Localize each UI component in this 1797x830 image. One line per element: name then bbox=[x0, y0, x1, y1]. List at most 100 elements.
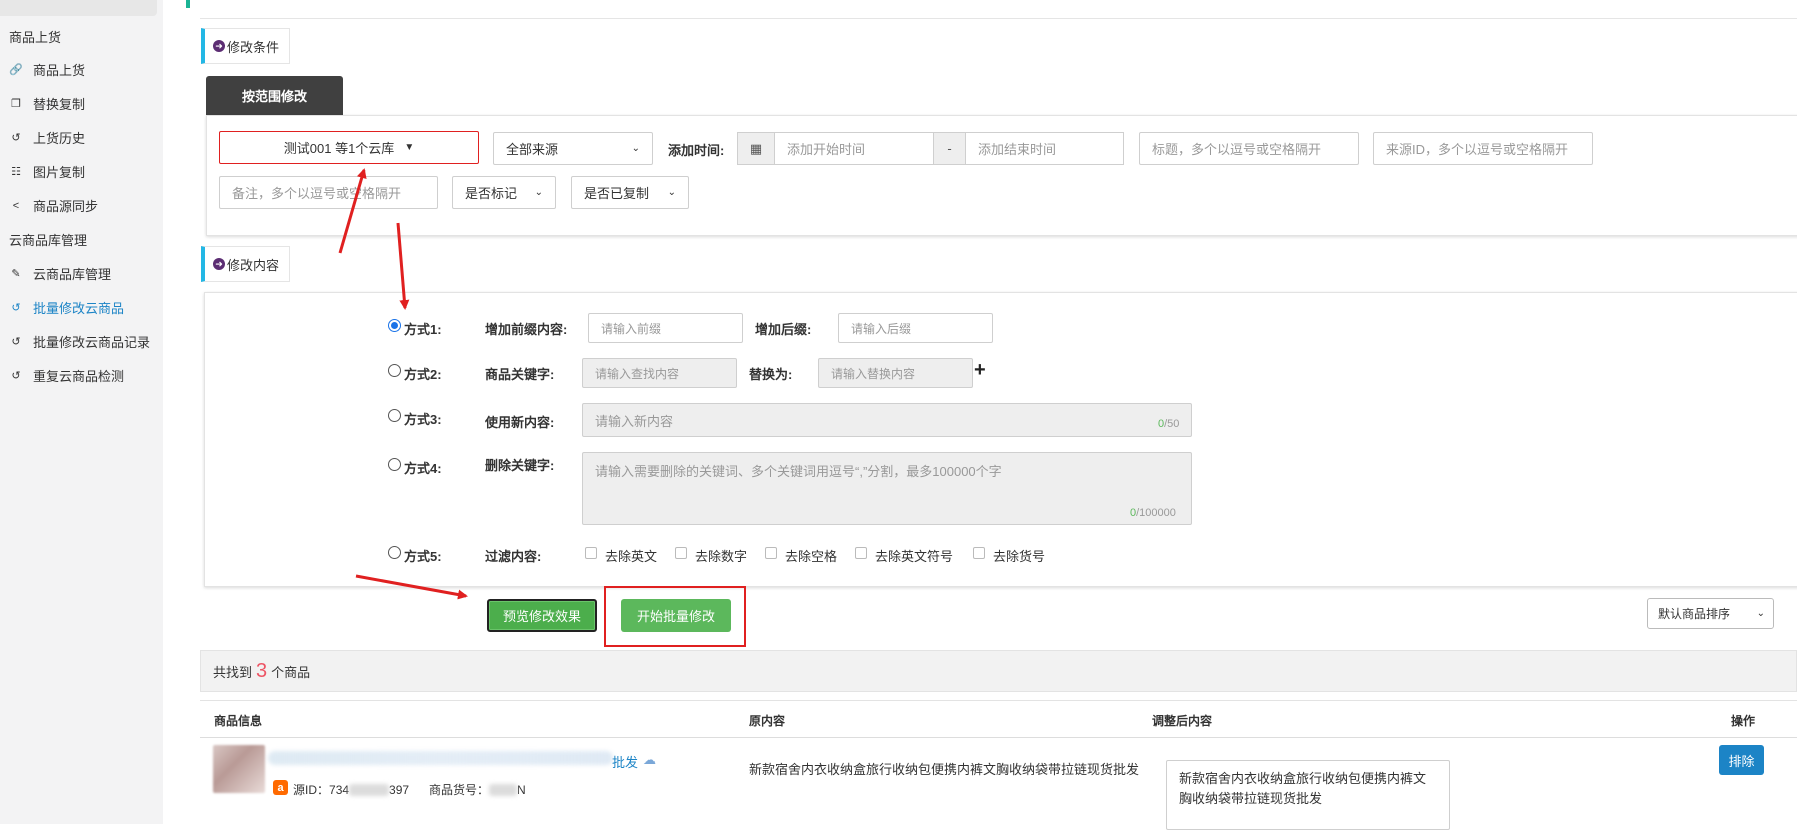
sidebar-item-batch-edit-records[interactable]: ↺ 批量修改云商品记录 bbox=[9, 332, 150, 351]
delete-keyword-textarea[interactable]: 请输入需要删除的关键词、多个关键词用逗号“,”分割，最多100000个字 bbox=[582, 452, 1192, 525]
tab-range-edit[interactable]: 按范围修改 bbox=[206, 76, 343, 115]
exclude-button[interactable]: 排除 bbox=[1719, 745, 1764, 775]
sidebar-item-goods-upload[interactable]: 🔗 商品上货 bbox=[9, 60, 85, 79]
filter-sku-checkbox[interactable] bbox=[973, 547, 985, 559]
mode3-radio[interactable] bbox=[388, 409, 401, 422]
mode4-radio[interactable] bbox=[388, 458, 401, 471]
sidebar-item-cloud-library[interactable]: ✎ 云商品库管理 bbox=[9, 264, 111, 283]
arrow-right-circle-icon: ➜ bbox=[213, 40, 225, 52]
sidebar-item-label: 图片复制 bbox=[33, 165, 86, 180]
sku-blurred bbox=[489, 784, 518, 796]
conditions-section-label: ➜ 修改条件 bbox=[201, 28, 291, 64]
col-header-original: 原内容 bbox=[749, 714, 786, 728]
chevron-down-icon: ⌄ bbox=[667, 187, 676, 198]
sidebar-item-duplicate-check[interactable]: ↺ 重复云商品检测 bbox=[9, 366, 124, 385]
table-top-border bbox=[200, 700, 1797, 701]
sidebar-item-source-sync[interactable]: < 商品源同步 bbox=[9, 196, 98, 215]
sidebar-item-image-copy[interactable]: ☷ 图片复制 bbox=[9, 162, 85, 181]
filter-symbols-checkbox[interactable] bbox=[855, 547, 867, 559]
copied-select[interactable]: 是否已复制 ⌄ bbox=[571, 176, 689, 209]
source-id: 源ID：734 397 bbox=[293, 781, 409, 798]
sidebar-group-cloud-library: 云商品库管理 bbox=[9, 233, 88, 248]
title-filter-input[interactable]: 标题，多个以逗号或空格隔开 bbox=[1139, 132, 1359, 165]
mode1-radio[interactable] bbox=[388, 319, 401, 332]
result-suffix: 个商品 bbox=[271, 664, 311, 680]
remark-filter-input[interactable]: 备注，多个以逗号或空格隔开 bbox=[219, 176, 438, 209]
history-icon: ↺ bbox=[11, 336, 21, 348]
new-content-label: 使用新内容: bbox=[485, 415, 555, 430]
mode5-label: 方式5: bbox=[404, 549, 442, 564]
link-icon: 🔗 bbox=[9, 64, 23, 76]
source-id-blurred bbox=[349, 784, 390, 796]
sidebar: 商品上货 🔗 商品上货 ❐ 替换复制 ↺ 上货历史 ☷ 图片复制 < 商品源同步… bbox=[0, 0, 163, 824]
sidebar-item-label: 重复云商品检测 bbox=[33, 369, 125, 384]
calendar-icon[interactable]: ▦ bbox=[737, 132, 775, 165]
edit-icon: ✎ bbox=[11, 268, 21, 280]
counter-max: /100000 bbox=[1136, 507, 1176, 519]
mode5-radio[interactable] bbox=[388, 546, 401, 559]
cloud-library-select-value: 测试001 等1个云库 bbox=[283, 141, 395, 156]
product-thumbnail[interactable] bbox=[213, 745, 265, 793]
filter-english-label: 去除英文 bbox=[605, 549, 658, 564]
filter-english-checkbox[interactable] bbox=[585, 547, 597, 559]
mode2-radio[interactable] bbox=[388, 364, 401, 377]
keyword-input[interactable]: 请输入查找内容 bbox=[582, 358, 737, 388]
preview-button[interactable]: 预览修改效果 bbox=[487, 599, 597, 632]
range-separator: - bbox=[933, 132, 966, 165]
new-content-counter: 0/50 bbox=[1158, 418, 1179, 430]
counter-max: /50 bbox=[1164, 418, 1180, 430]
start-batch-edit-button[interactable]: 开始批量修改 bbox=[621, 599, 731, 632]
filter-label: 过滤内容: bbox=[485, 549, 542, 564]
source-id-filter-input[interactable]: 来源ID，多个以逗号或空格隔开 bbox=[1373, 132, 1593, 165]
cloud-icon: ☁ bbox=[643, 752, 656, 767]
caret-down-icon: ▼ bbox=[404, 142, 415, 153]
source-select[interactable]: 全部来源 ⌄ bbox=[493, 132, 653, 165]
new-content-input[interactable]: 请输入新内容 bbox=[582, 403, 1192, 437]
adjusted-content-textarea[interactable]: 新款宿舍内衣收纳盒旅行收纳包便携内裤文胸收纳袋带拉链现货批发 bbox=[1166, 760, 1450, 830]
sort-select[interactable]: 默认商品排序 ⌄ bbox=[1647, 598, 1774, 629]
col-header-product-info: 商品信息 bbox=[214, 714, 263, 728]
sidebar-item-upload-history[interactable]: ↺ 上货历史 bbox=[9, 128, 85, 147]
sidebar-item-replace-copy[interactable]: ❐ 替换复制 bbox=[9, 94, 85, 113]
history-icon: ↺ bbox=[11, 302, 21, 314]
sidebar-group-goods-upload: 商品上货 bbox=[9, 30, 62, 45]
sku-label: 商品货号： bbox=[429, 783, 490, 797]
marked-select[interactable]: 是否标记 ⌄ bbox=[452, 176, 556, 209]
suffix-input[interactable]: 请输入后缀 bbox=[838, 313, 993, 343]
sitemap-icon: ☷ bbox=[11, 166, 21, 178]
cloud-library-select[interactable]: 测试001 等1个云库 ▼ bbox=[219, 131, 479, 164]
plus-icon[interactable]: + bbox=[974, 359, 986, 382]
history-icon: ↺ bbox=[11, 132, 21, 144]
share-icon: < bbox=[12, 199, 20, 212]
copy-icon: ❐ bbox=[11, 98, 21, 110]
arrow-right-circle-icon: ➜ bbox=[213, 258, 225, 270]
filter-symbols-label: 去除英文符号 bbox=[875, 549, 954, 564]
filter-digits-label: 去除数字 bbox=[695, 549, 748, 564]
sidebar-item-batch-edit[interactable]: ↺ 批量修改云商品 bbox=[9, 298, 124, 317]
table-head-border bbox=[200, 737, 1797, 738]
delete-keyword-label: 删除关键字: bbox=[485, 458, 555, 473]
start-time-input[interactable]: 添加开始时间 bbox=[774, 132, 934, 165]
sidebar-top-item[interactable] bbox=[0, 0, 157, 16]
product-title-blurred bbox=[268, 751, 613, 765]
source-id-head: 734 bbox=[329, 783, 350, 797]
product-title-link[interactable]: 批发 bbox=[612, 752, 638, 771]
prefix-input[interactable]: 请输入前缀 bbox=[588, 313, 743, 343]
replace-input[interactable]: 请输入替换内容 bbox=[818, 358, 973, 388]
col-header-adjusted: 调整后内容 bbox=[1152, 714, 1213, 728]
delete-keyword-counter: 0/100000 bbox=[1130, 507, 1176, 519]
content-section-label: ➜ 修改内容 bbox=[201, 246, 291, 282]
filter-spaces-label: 去除空格 bbox=[785, 549, 838, 564]
sidebar-item-label: 云商品库管理 bbox=[33, 267, 112, 282]
end-time-input[interactable]: 添加结束时间 bbox=[965, 132, 1124, 165]
sidebar-item-label: 商品源同步 bbox=[33, 199, 99, 214]
chevron-down-icon: ⌄ bbox=[1756, 608, 1765, 619]
filter-sku-label: 去除货号 bbox=[993, 549, 1046, 564]
original-content: 新款宿舍内衣收纳盒旅行收纳包便携内裤文胸收纳袋带拉链现货批发 bbox=[749, 762, 1140, 777]
filter-digits-checkbox[interactable] bbox=[675, 547, 687, 559]
filter-spaces-checkbox[interactable] bbox=[765, 547, 777, 559]
copied-select-value: 是否已复制 bbox=[584, 186, 650, 201]
mode2-label: 方式2: bbox=[404, 367, 442, 382]
sort-select-value: 默认商品排序 bbox=[1658, 607, 1731, 621]
result-summary: 共找到 3 个商品 bbox=[200, 650, 1797, 692]
